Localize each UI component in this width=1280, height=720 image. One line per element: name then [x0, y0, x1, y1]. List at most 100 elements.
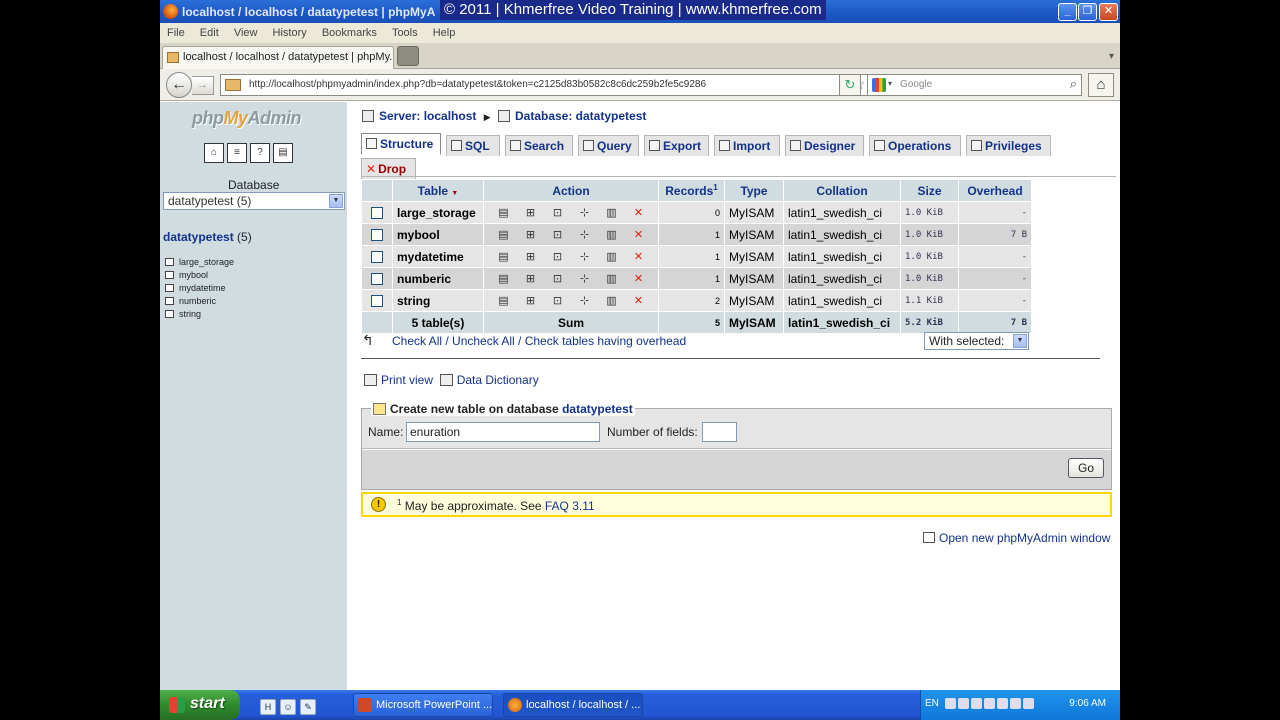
insert-icon[interactable]: ⊹ — [578, 273, 591, 286]
forward-button[interactable]: → — [192, 76, 214, 95]
tray-security-icon[interactable] — [984, 698, 995, 709]
tab-export[interactable]: Export — [644, 135, 709, 156]
list-item[interactable]: numberic — [165, 296, 234, 309]
table-name[interactable]: mybool — [393, 224, 483, 245]
sort-icon[interactable]: ▼ — [451, 190, 458, 197]
database-select[interactable]: datatypetest (5) ▼ — [163, 192, 345, 210]
site-identity-icon[interactable] — [225, 79, 241, 91]
drop-icon[interactable]: ✕ — [632, 295, 645, 308]
overhead-cell[interactable]: - — [959, 246, 1031, 267]
tab-list-icon[interactable]: ▾ — [1109, 51, 1114, 62]
url-bar[interactable]: http://localhost/phpmyadmin/index.php?db… — [220, 74, 890, 96]
menu-edit[interactable]: Edit — [194, 23, 225, 39]
row-checkbox[interactable] — [371, 229, 383, 242]
faq-link[interactable]: FAQ 3.11 — [545, 499, 595, 513]
home-icon[interactable]: ⌂ — [204, 143, 224, 163]
table-name[interactable]: numberic — [393, 268, 483, 289]
quick-launch-tool-icon[interactable]: ✎ — [300, 699, 316, 715]
table-name-input[interactable]: enuration — [406, 422, 600, 442]
reload-button[interactable]: ↻ — [839, 74, 861, 96]
tray-app-icon[interactable] — [958, 698, 969, 709]
header-type[interactable]: Type — [725, 180, 783, 201]
taskbar-firefox[interactable]: localhost / localhost / ... — [503, 693, 643, 717]
size-cell[interactable]: 1.0 KiB — [901, 224, 958, 245]
tab-sql[interactable]: SQL — [446, 135, 500, 156]
quick-launch-app-icon[interactable]: H — [260, 699, 276, 715]
language-indicator[interactable]: EN — [925, 698, 939, 709]
header-overhead[interactable]: Overhead — [959, 180, 1031, 201]
open-new-window-link[interactable]: Open new phpMyAdmin window — [939, 531, 1110, 545]
insert-icon[interactable]: ⊹ — [578, 229, 591, 242]
search-input[interactable]: ▾ Google ⌕ — [867, 74, 1082, 96]
search-icon[interactable]: ⌕ — [1070, 76, 1077, 92]
table-name[interactable]: mydatetime — [393, 246, 483, 267]
print-view-link[interactable]: Print view — [381, 373, 433, 387]
list-item-label[interactable]: string — [179, 309, 201, 319]
tab-designer[interactable]: Designer — [785, 135, 864, 156]
tab-structure[interactable]: Structure — [361, 133, 441, 155]
browse-icon[interactable]: ▤ — [497, 251, 510, 264]
list-item-label[interactable]: large_storage — [179, 257, 234, 267]
size-cell[interactable]: 1.0 KiB — [901, 202, 958, 223]
structure-icon[interactable]: ⊞ — [524, 251, 537, 264]
table-icon[interactable] — [165, 297, 174, 305]
insert-icon[interactable]: ⊹ — [578, 251, 591, 264]
empty-icon[interactable]: ▥ — [605, 229, 618, 242]
tab-privileges[interactable]: Privileges — [966, 135, 1051, 156]
empty-icon[interactable]: ▥ — [605, 207, 618, 220]
taskbar-powerpoint[interactable]: Microsoft PowerPoint ... — [353, 693, 493, 717]
number-of-fields-input[interactable] — [702, 422, 737, 442]
table-icon[interactable] — [165, 271, 174, 279]
tab-query[interactable]: Query — [578, 135, 639, 156]
quick-launch-messenger-icon[interactable]: ☺ — [280, 699, 296, 715]
row-checkbox[interactable] — [371, 295, 383, 308]
tray-update-icon[interactable] — [1023, 698, 1034, 709]
row-checkbox[interactable] — [371, 207, 383, 220]
browse-icon[interactable]: ▤ — [497, 207, 510, 220]
overhead-cell[interactable]: - — [959, 290, 1031, 311]
drop-icon[interactable]: ✕ — [632, 207, 645, 220]
menu-history[interactable]: History — [267, 23, 313, 39]
overhead-cell[interactable]: 7 B — [959, 224, 1031, 245]
browse-icon[interactable]: ▤ — [497, 295, 510, 308]
search-engine-dropdown-icon[interactable]: ▾ — [888, 79, 892, 88]
empty-icon[interactable]: ▥ — [605, 251, 618, 264]
header-collation[interactable]: Collation — [784, 180, 900, 201]
browser-tab-active[interactable]: localhost / localhost / datatypetest | p… — [162, 46, 394, 69]
start-button[interactable]: start — [160, 690, 240, 720]
tray-volume-icon[interactable] — [997, 698, 1008, 709]
search-icon[interactable]: ⊡ — [551, 251, 564, 264]
list-item-label[interactable]: mybool — [179, 270, 208, 280]
menu-help[interactable]: Help — [427, 23, 462, 39]
with-selected-select[interactable]: With selected: ▼ — [924, 332, 1029, 350]
menu-file[interactable]: File — [160, 23, 191, 39]
overhead-cell[interactable]: - — [959, 268, 1031, 289]
drop-icon[interactable]: ✕ — [632, 273, 645, 286]
insert-icon[interactable]: ⊹ — [578, 207, 591, 220]
new-tab-button[interactable] — [397, 46, 419, 66]
size-cell[interactable]: 1.0 KiB — [901, 246, 958, 267]
row-checkbox[interactable] — [371, 251, 383, 264]
back-button[interactable]: ← — [166, 72, 192, 98]
row-checkbox[interactable] — [371, 273, 383, 286]
header-table[interactable]: Table ▼ — [393, 180, 483, 201]
tab-import[interactable]: Import — [714, 135, 780, 156]
browse-icon[interactable]: ▤ — [497, 229, 510, 242]
table-icon[interactable] — [165, 310, 174, 318]
table-name[interactable]: large_storage — [393, 202, 483, 223]
database-link[interactable]: datatypetest (5) — [163, 230, 252, 244]
chevron-down-icon[interactable]: ▼ — [329, 194, 343, 208]
menu-tools[interactable]: Tools — [386, 23, 424, 39]
tab-search[interactable]: Search — [505, 135, 573, 156]
list-item-label[interactable]: numberic — [179, 296, 216, 306]
search-icon[interactable]: ⊡ — [551, 229, 564, 242]
breadcrumb-database[interactable]: Database: datatypetest — [515, 109, 646, 123]
search-icon[interactable]: ⊡ — [551, 295, 564, 308]
search-icon[interactable]: ⊡ — [551, 273, 564, 286]
structure-icon[interactable]: ⊞ — [524, 295, 537, 308]
empty-icon[interactable]: ▥ — [605, 273, 618, 286]
list-item[interactable]: string — [165, 309, 234, 322]
drop-icon[interactable]: ✕ — [632, 251, 645, 264]
insert-icon[interactable]: ⊹ — [578, 295, 591, 308]
minimize-button[interactable]: _ — [1058, 3, 1077, 21]
